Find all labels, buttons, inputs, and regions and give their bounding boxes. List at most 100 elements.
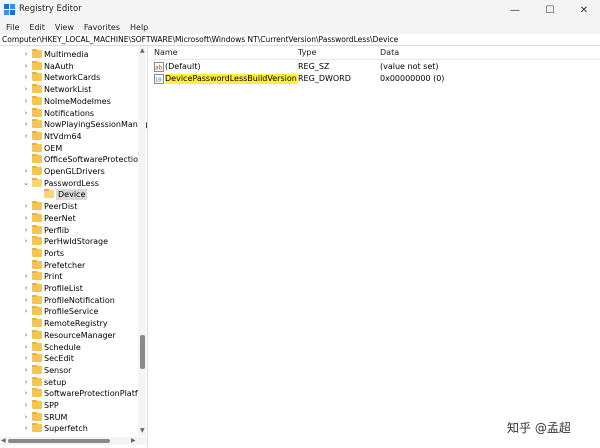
scroll-up-arrow-icon[interactable]: ▲ (140, 47, 145, 55)
tree-item-sensor[interactable]: › Sensor (0, 364, 147, 376)
menu-help[interactable]: Help (130, 23, 148, 32)
chevron-right-icon[interactable]: › (22, 377, 30, 388)
tree-item-schedule[interactable]: › Schedule (0, 341, 147, 353)
chevron-right-icon[interactable]: › (22, 423, 30, 434)
close-button[interactable]: ✕ (567, 0, 600, 20)
menu-view[interactable]: View (55, 23, 74, 32)
chevron-right-icon[interactable]: › (22, 271, 30, 282)
chevron-right-icon[interactable] (22, 143, 30, 154)
tree-item-label: Prefetcher (44, 260, 86, 270)
address-bar[interactable]: Computer\HKEY_LOCAL_MACHINE\SOFTWARE\Mic… (0, 34, 600, 46)
menu-favorites[interactable]: Favorites (84, 23, 120, 32)
tree-item-perflib[interactable]: › Perflib (0, 224, 147, 236)
tree-vertical-scrollbar[interactable] (138, 46, 146, 436)
tree-item-oem[interactable]: OEM (0, 142, 147, 154)
chevron-right-icon[interactable] (22, 248, 30, 259)
scroll-left-arrow-icon[interactable]: ◀ (1, 437, 6, 445)
chevron-right-icon[interactable]: › (22, 84, 30, 95)
tree-item-notifications[interactable]: › Notifications (0, 107, 147, 119)
chevron-right-icon[interactable] (22, 318, 30, 329)
chevron-right-icon[interactable]: › (22, 49, 30, 60)
chevron-right-icon[interactable]: › (22, 225, 30, 236)
tree-item-remoteregistry[interactable]: RemoteRegistry (0, 318, 147, 329)
chevron-right-icon[interactable]: › (22, 201, 30, 212)
tree-horizontal-scroll-thumb[interactable] (8, 439, 110, 443)
tree-item-nowplayingsessionmanag[interactable]: › NowPlayingSessionManag (0, 119, 147, 130)
values-list[interactable]: Name Type Data ab (Default) REG_SZ (valu… (150, 46, 600, 448)
tree-vertical-scroll-thumb[interactable] (140, 335, 145, 369)
value-row[interactable]: ab (Default) REG_SZ (value not set) (150, 61, 600, 73)
chevron-right-icon[interactable]: › (22, 131, 30, 142)
menu-edit[interactable]: Edit (29, 23, 45, 32)
chevron-right-icon[interactable]: › (22, 213, 30, 224)
chevron-right-icon[interactable]: › (22, 412, 30, 423)
chevron-right-icon[interactable]: › (22, 283, 30, 294)
chevron-right-icon[interactable]: › (22, 119, 30, 130)
minimize-button[interactable]: — (498, 0, 532, 20)
tree-item-peerdist[interactable]: › PeerDist (0, 201, 147, 212)
folder-icon (32, 119, 42, 129)
tree-item-opengldrivers[interactable]: › OpenGLDrivers (0, 166, 147, 177)
tree-item-ntvdm64[interactable]: › NtVdm64 (0, 130, 147, 142)
chevron-right-icon[interactable]: › (22, 342, 30, 353)
folder-icon (32, 341, 42, 351)
folder-icon (32, 72, 42, 82)
chevron-right-icon[interactable]: › (22, 306, 30, 317)
tree-item-print[interactable]: › Print (0, 271, 147, 282)
chevron-right-icon[interactable]: › (22, 166, 30, 177)
tree-item-networklist[interactable]: › NetworkList (0, 84, 147, 95)
tree-item-ports[interactable]: Ports (0, 247, 147, 259)
tree-item-perhwidstorage[interactable]: › PerHwIdStorage (0, 236, 147, 247)
chevron-right-icon[interactable] (22, 154, 30, 165)
chevron-right-icon[interactable]: › (22, 72, 30, 83)
tree-item-officesoftwareprotectioni[interactable]: OfficeSoftwareProtectionI (0, 154, 147, 165)
chevron-right-icon[interactable]: › (22, 96, 30, 107)
folder-icon (32, 259, 42, 269)
chevron-right-icon[interactable]: › (22, 108, 30, 119)
column-header-type[interactable]: Type (298, 48, 316, 57)
tree-item-resourcemanager[interactable]: › ResourceManager (0, 329, 147, 341)
chevron-right-icon[interactable]: › (22, 330, 30, 341)
tree-item-secedit[interactable]: › SecEdit (0, 353, 147, 364)
chevron-right-icon[interactable]: › (22, 388, 30, 399)
tree-item-device[interactable]: Device (0, 189, 147, 201)
tree-item-peernet[interactable]: › PeerNet (0, 212, 147, 224)
maximize-button[interactable]: ☐ (533, 0, 567, 20)
tree-item-setup[interactable]: › setup (0, 376, 147, 388)
folder-icon (32, 212, 42, 222)
column-header-name[interactable]: Name (154, 48, 178, 57)
tree-item-profileservice[interactable]: › ProfileService (0, 306, 147, 317)
tree-item-noimemodelmes[interactable]: › NoImeModelmes (0, 95, 147, 107)
tree-item-prefetcher[interactable]: Prefetcher (0, 259, 147, 271)
key-tree[interactable]: › Multimedia › NaAuth › NetworkCards › NetworkL… (0, 46, 148, 448)
tree-item-label: NaAuth (44, 61, 74, 71)
tree-item-profilelist[interactable]: › ProfileList (0, 283, 147, 294)
tree-item-naauth[interactable]: › NaAuth (0, 60, 147, 72)
tree-item-multimedia[interactable]: › Multimedia (0, 49, 147, 60)
scroll-right-arrow-icon[interactable]: ▶ (131, 437, 136, 445)
svg-text:ab: ab (155, 65, 163, 72)
tree-item-superfetch[interactable]: › Superfetch (0, 423, 147, 434)
tree-item-networkcards[interactable]: › NetworkCards (0, 72, 147, 83)
tree-item-srum[interactable]: › SRUM (0, 411, 147, 423)
chevron-down-icon[interactable]: ⌄ (22, 178, 30, 189)
chevron-right-icon[interactable] (22, 260, 30, 271)
svg-text:10: 10 (155, 78, 162, 84)
tree-item-profilenotification[interactable]: › ProfileNotification (0, 294, 147, 306)
chevron-right-icon[interactable]: › (22, 295, 30, 306)
menu-file[interactable]: File (6, 23, 19, 32)
value-row[interactable]: 10 DevicePasswordLessBuildVersion REG_DW… (150, 73, 600, 85)
tree-item-label: ProfileList (44, 284, 83, 293)
tree-item-spp[interactable]: › SPP (0, 400, 147, 411)
chevron-right-icon[interactable]: › (22, 236, 30, 247)
chevron-right-icon[interactable] (34, 189, 42, 200)
chevron-right-icon[interactable]: › (22, 353, 30, 364)
tree-item-softwareprotectionplatfor[interactable]: › SoftwareProtectionPlatfor (0, 388, 147, 399)
tree-item-passwordless[interactable]: ⌄ PasswordLess (0, 177, 147, 189)
chevron-right-icon[interactable]: › (22, 400, 30, 411)
chevron-right-icon[interactable]: › (22, 61, 30, 72)
scroll-down-arrow-icon[interactable]: ▼ (140, 427, 145, 435)
folder-icon (32, 107, 42, 117)
column-header-data[interactable]: Data (380, 48, 399, 57)
chevron-right-icon[interactable]: › (22, 365, 30, 376)
